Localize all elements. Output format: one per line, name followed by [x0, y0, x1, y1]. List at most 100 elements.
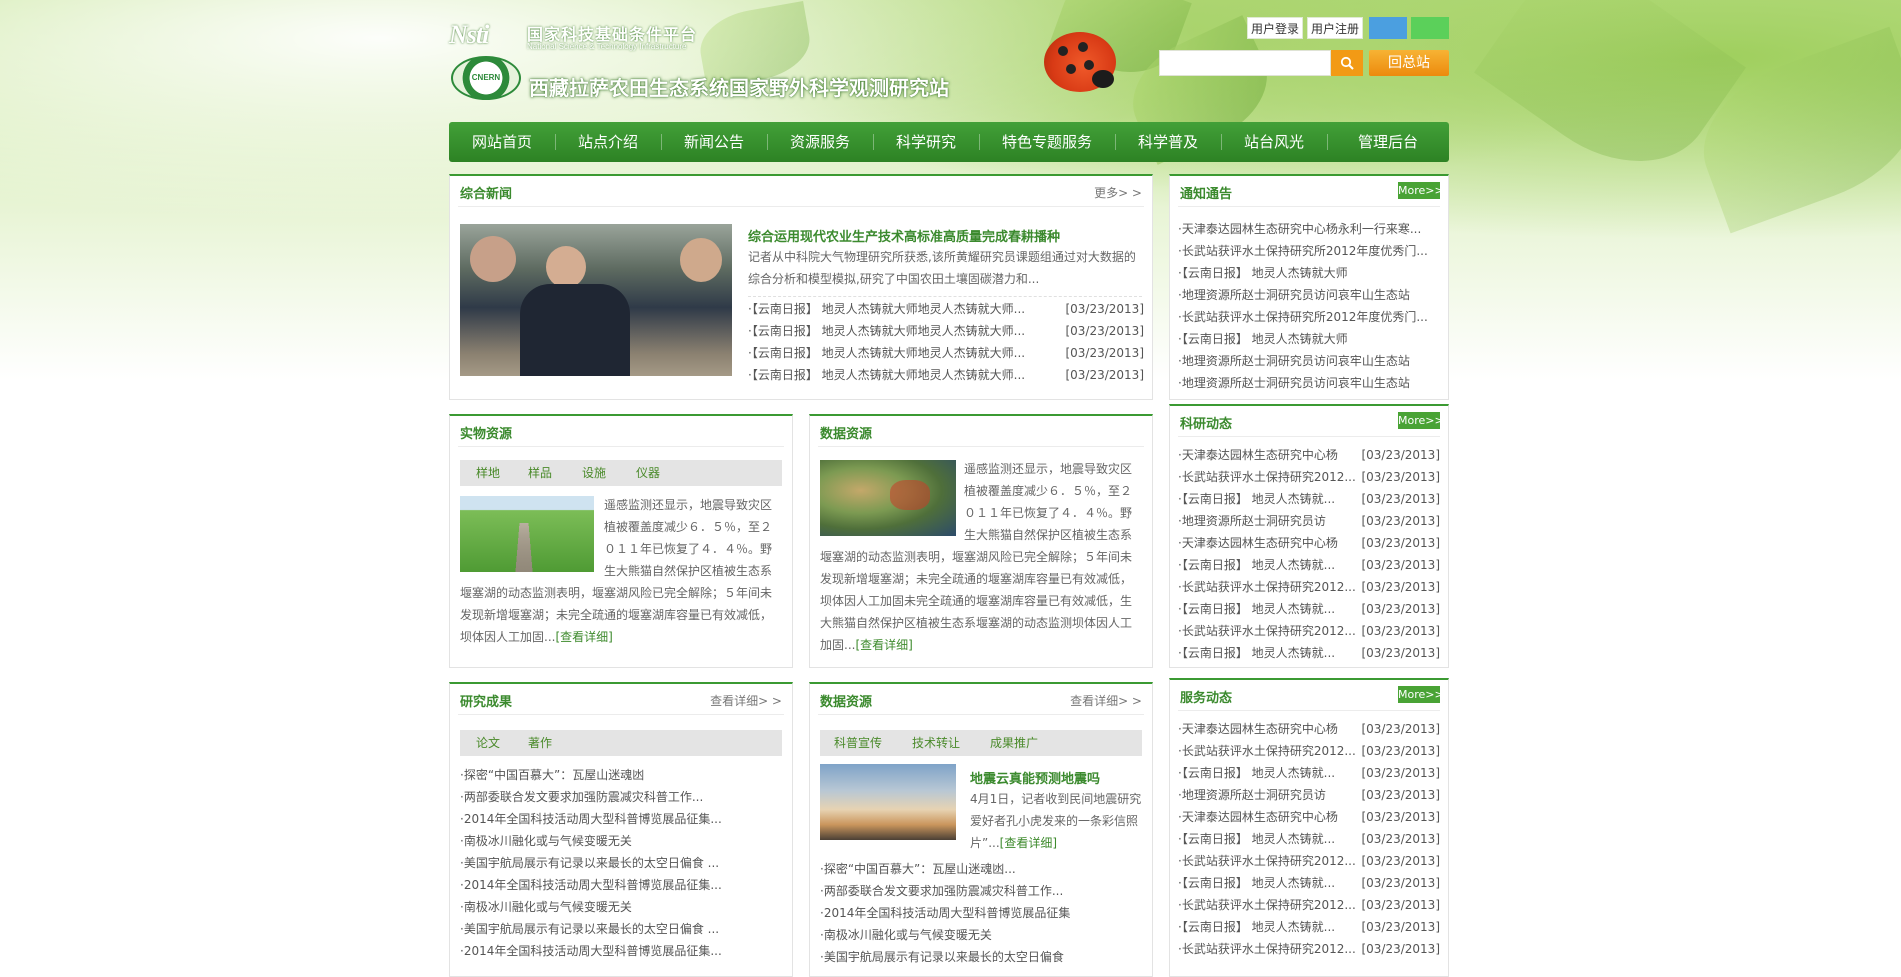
nsti-logo[interactable]: Nsti 国家科技基础条件平台 National Science & Techn…	[449, 18, 739, 54]
news-item-title: ·【云南日报】 地灵人杰铸就大师地灵人杰铸就大师...	[748, 324, 1026, 338]
search-button[interactable]	[1331, 50, 1363, 76]
research-news-item[interactable]: ·【云南日报】 地灵人杰铸就... [03/23/2013]	[1178, 642, 1440, 664]
research-results-more-link[interactable]: 查看详细> >	[710, 692, 782, 709]
text-line: ０１１年已恢复了４．４％。野	[964, 506, 1133, 520]
research-news-item[interactable]: ·长武站获评水土保持研究2012... [03/23/2013]	[1178, 620, 1440, 642]
tab-sample[interactable]: 样品	[528, 460, 552, 486]
research-news-item[interactable]: ·【云南日报】 地灵人杰铸就... [03/23/2013]	[1178, 598, 1440, 620]
login-button[interactable]: 用户登录	[1247, 17, 1303, 39]
view-detail-link[interactable]: [查看详细]	[1000, 836, 1057, 850]
cloud-photo[interactable]	[820, 764, 956, 840]
nav-research[interactable]: 科学研究	[873, 122, 979, 162]
research-news-item[interactable]: ·地理资源所赵士洞研究员访 [03/23/2013]	[1178, 510, 1440, 532]
nav-admin[interactable]: 管理后台	[1327, 122, 1449, 162]
data-resources-2-list-item[interactable]: ·两部委联合发文要求加强防震减灾科普工作...	[820, 880, 1063, 902]
view-detail-link[interactable]: [查看详细]	[855, 638, 912, 652]
nav-station-intro[interactable]: 站点介绍	[555, 122, 661, 162]
service-news-item[interactable]: ·【云南日报】 地灵人杰铸就... [03/23/2013]	[1178, 916, 1440, 938]
research-news-item[interactable]: ·长武站获评水土保持研究2012... [03/23/2013]	[1178, 576, 1440, 598]
research-list-item[interactable]: ·探密“中国百慕大”：瓦屋山迷魂凼	[460, 764, 644, 786]
notice-list-item[interactable]: ·地理资源所赵士洞研究员访问哀牢山生态站	[1178, 284, 1440, 306]
research-list-item[interactable]: ·2014年全国科技活动周大型科普博览展品征集...	[460, 808, 722, 830]
nav-resource-service[interactable]: 资源服务	[767, 122, 873, 162]
cnern-logo[interactable]: CNERN	[451, 56, 521, 100]
back-to-main-button[interactable]: 回总站	[1369, 50, 1449, 76]
tab-tech-transfer[interactable]: 技术转让	[912, 730, 960, 756]
item-date: [03/23/2013]	[1361, 920, 1440, 934]
notice-list-item[interactable]: ·【云南日报】 地灵人杰铸就大师	[1178, 328, 1440, 350]
data-resources-2-more-link[interactable]: 查看详细> >	[1070, 692, 1142, 709]
tab-science-publicity[interactable]: 科普宣传	[834, 730, 882, 756]
news-headline[interactable]: 综合运用现代农业生产技术高标准高质量完成春耕播种	[748, 226, 1060, 245]
news-photo[interactable]	[460, 224, 732, 376]
tab-instrument[interactable]: 仪器	[636, 460, 660, 486]
data-resources-2-list-item[interactable]: ·南极冰川融化或与气候变暖无关	[820, 924, 992, 946]
research-list-item[interactable]: ·南极冰川融化或与气候变暖无关	[460, 830, 632, 852]
research-news-more-button[interactable]: More>>	[1398, 412, 1444, 429]
research-list-item[interactable]: ·两部委联合发文要求加强防震减灾科普工作...	[460, 786, 703, 808]
nav-special-service[interactable]: 特色专题服务	[979, 122, 1115, 162]
research-news-item[interactable]: ·天津泰达园林生态研究中心杨 [03/23/2013]	[1178, 444, 1440, 466]
notice-more-button[interactable]: More>>	[1398, 182, 1444, 199]
view-detail-link[interactable]: [查看详细]	[555, 630, 612, 644]
service-news-item[interactable]: ·长武站获评水土保持研究2012... [03/23/2013]	[1178, 938, 1440, 960]
tab-book[interactable]: 著作	[528, 730, 552, 756]
news-list-item[interactable]: ·【云南日报】 地灵人杰铸就大师地灵人杰铸就大师... [03/23/2013]	[748, 364, 1144, 386]
service-news-item[interactable]: ·长武站获评水土保持研究2012... [03/23/2013]	[1178, 894, 1440, 916]
service-news-item[interactable]: ·天津泰达园林生态研究中心杨 [03/23/2013]	[1178, 806, 1440, 828]
service-news-item[interactable]: ·【云南日报】 地灵人杰铸就... [03/23/2013]	[1178, 872, 1440, 894]
theme-blue-swatch[interactable]	[1369, 17, 1407, 39]
service-news-item[interactable]: ·天津泰达园林生态研究中心杨 [03/23/2013]	[1178, 718, 1440, 740]
news-list-item[interactable]: ·【云南日报】 地灵人杰铸就大师地灵人杰铸就大师... [03/23/2013]	[748, 342, 1144, 364]
data-resources-2-list-item[interactable]: ·探密“中国百慕大”：瓦屋山迷魂凼...	[820, 858, 1016, 880]
research-results-panel: 研究成果 查看详细> > 论文 著作 ·探密“中国百慕大”：瓦屋山迷魂凼 ·两部…	[449, 682, 793, 977]
service-news-item[interactable]: ·长武站获评水土保持研究2012... [03/23/2013]	[1178, 740, 1440, 762]
news-list-item[interactable]: ·【云南日报】 地灵人杰铸就大师地灵人杰铸就大师... [03/23/2013]	[748, 320, 1144, 342]
service-news-item[interactable]: ·长武站获评水土保持研究2012... [03/23/2013]	[1178, 850, 1440, 872]
search-icon	[1340, 56, 1354, 70]
research-list-item[interactable]: ·2014年全国科技活动周大型科普博览展品征集...	[460, 874, 722, 896]
notice-list-item[interactable]: ·地理资源所赵士洞研究员访问哀牢山生态站	[1178, 372, 1440, 394]
search-input[interactable]	[1159, 50, 1331, 76]
notice-list-item[interactable]: ·长武站获评水土保持研究所2012年度优秀门...	[1178, 306, 1440, 328]
news-more-link[interactable]: 更多> >	[1094, 184, 1142, 201]
nav-home[interactable]: 网站首页	[449, 122, 555, 162]
physical-resources-title: 实物资源	[460, 427, 513, 442]
page: Nsti 国家科技基础条件平台 National Science & Techn…	[0, 0, 1901, 977]
tab-paper[interactable]: 论文	[476, 730, 500, 756]
data-resources-panel: 数据资源 遥感监测还显示，地震导致灾区 植被覆盖度减少６．５％，至２ ０１１年已…	[809, 414, 1153, 668]
service-news-item[interactable]: ·【云南日报】 地灵人杰铸就... [03/23/2013]	[1178, 762, 1440, 784]
research-news-item[interactable]: ·长武站获评水土保持研究2012... [03/23/2013]	[1178, 466, 1440, 488]
item-date: [03/23/2013]	[1361, 492, 1440, 506]
nav-science-popularization[interactable]: 科学普及	[1115, 122, 1221, 162]
service-news-item[interactable]: ·【云南日报】 地灵人杰铸就... [03/23/2013]	[1178, 828, 1440, 850]
research-news-item[interactable]: ·【云南日报】 地灵人杰铸就... [03/23/2013]	[1178, 554, 1440, 576]
service-news-item[interactable]: ·地理资源所赵士洞研究员访 [03/23/2013]	[1178, 784, 1440, 806]
register-button[interactable]: 用户注册	[1307, 17, 1363, 39]
service-news-more-button[interactable]: More>>	[1398, 686, 1444, 703]
research-list-item[interactable]: ·南极冰川融化或与气候变暖无关	[460, 896, 632, 918]
tab-results-promotion[interactable]: 成果推广	[990, 730, 1038, 756]
news-list-item[interactable]: ·【云南日报】 地灵人杰铸就大师地灵人杰铸就大师... [03/23/2013]	[748, 298, 1144, 320]
research-list-item[interactable]: ·2014年全国科技活动周大型科普博览展品征集...	[460, 940, 722, 962]
tab-facility[interactable]: 设施	[582, 460, 606, 486]
tab-plot[interactable]: 样地	[476, 460, 500, 486]
data-resources-2-list-item[interactable]: ·2014年全国科技活动周大型科普博览展品征集	[820, 902, 1070, 924]
text-line: 坝体因人工加固...	[460, 630, 556, 644]
notice-list-item[interactable]: ·【云南日报】 地灵人杰铸就大师	[1178, 262, 1440, 284]
nav-station-scenery[interactable]: 站台风光	[1221, 122, 1327, 162]
item-title: ·长武站获评水土保持研究2012...	[1178, 898, 1356, 912]
item-title: ·天津泰达园林生态研究中心杨	[1178, 810, 1338, 824]
earthquake-cloud-headline[interactable]: 地震云真能预测地震吗	[970, 768, 1100, 787]
nav-news[interactable]: 新闻公告	[661, 122, 767, 162]
research-news-item[interactable]: ·天津泰达园林生态研究中心杨 [03/23/2013]	[1178, 532, 1440, 554]
data-resources-2-list-item[interactable]: ·美国宇航局展示有记录以来最长的太空日偏食	[820, 946, 1064, 968]
notice-panel: 通知通告 More>> ·天津泰达园林生态研究中心杨永利一行来寒... ·长武站…	[1169, 174, 1449, 400]
notice-list-item[interactable]: ·地理资源所赵士洞研究员访问哀牢山生态站	[1178, 350, 1440, 372]
theme-green-swatch[interactable]	[1411, 17, 1449, 39]
notice-list-item[interactable]: ·长武站获评水土保持研究所2012年度优秀门...	[1178, 240, 1440, 262]
research-news-item[interactable]: ·【云南日报】 地灵人杰铸就... [03/23/2013]	[1178, 488, 1440, 510]
research-list-item[interactable]: ·美国宇航局展示有记录以来最长的太空日偏食 ...	[460, 918, 719, 940]
research-list-item[interactable]: ·美国宇航局展示有记录以来最长的太空日偏食 ...	[460, 852, 719, 874]
notice-list-item[interactable]: ·天津泰达园林生态研究中心杨永利一行来寒...	[1178, 218, 1440, 240]
